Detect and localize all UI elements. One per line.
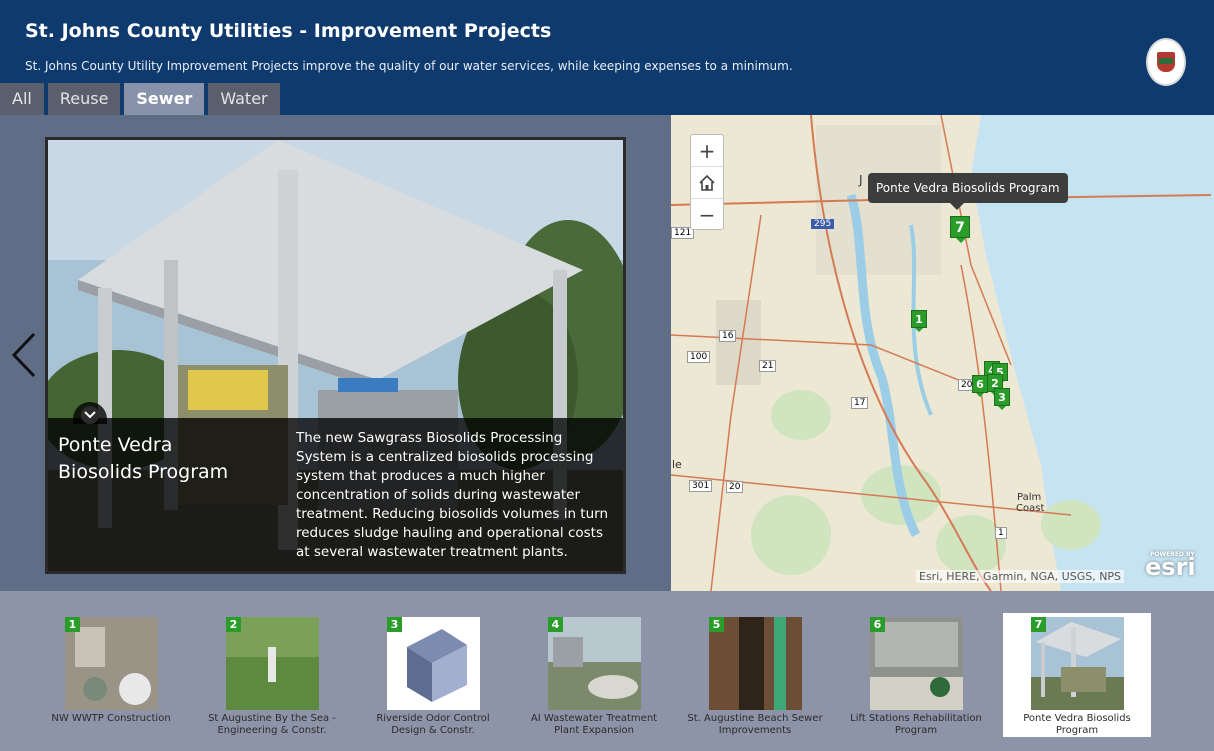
place-label-partial: le (672, 458, 682, 471)
feature-description: The new Sawgrass Biosolids Processing Sy… (296, 430, 609, 560)
thumbnail-label: Riverside Odor Control Design & Constr. (376, 713, 490, 736)
tab-reuse[interactable]: Reuse (47, 83, 121, 115)
thumbnail-label: St. Augustine Beach Sewer Improvements (687, 713, 823, 736)
zoom-out-button[interactable]: − (691, 199, 723, 230)
map-marker-7[interactable]: 7 (950, 216, 970, 243)
thumbnail-number: 6 (870, 617, 885, 632)
previous-arrow-icon[interactable] (8, 330, 42, 380)
map-tooltip: Ponte Vedra Biosolids Program (868, 173, 1068, 210)
place-label-coast: Coast (1016, 503, 1045, 514)
place-label-jacksonville: J (859, 173, 863, 187)
thumbnail-item[interactable]: 1 NW WWTP Construction (37, 613, 185, 737)
map-marker-1[interactable]: 1 (911, 310, 927, 332)
map-marker-6[interactable]: 6 (972, 375, 988, 397)
thumbnail-item[interactable]: 4 AI Wastewater Treatment Plant Expansio… (520, 613, 668, 737)
home-icon (699, 174, 715, 191)
thumbnail-number: 1 (65, 617, 80, 632)
app-subtitle: St. Johns County Utility Improvement Pro… (25, 59, 793, 73)
map-marker-3[interactable]: 3 (994, 388, 1010, 410)
road-shield: 20 (726, 481, 744, 493)
category-tabs: All Reuse Sewer Water (0, 83, 284, 115)
thumbnail-item[interactable]: 6 Lift Stations Rehabilitation Program (842, 613, 990, 737)
map-zoom-controls: + − (690, 134, 724, 230)
thumbnail-number: 7 (1031, 617, 1046, 632)
road-shield: 17 (851, 397, 869, 409)
tab-all[interactable]: All (0, 83, 44, 115)
thumbnail-item[interactable]: 2 St Augustine By the Sea - Engineering … (198, 613, 346, 737)
road-shield: 100 (687, 351, 711, 363)
thumbnail-label: Lift Stations Rehabilitation Program (850, 713, 982, 736)
zoom-in-button[interactable]: + (691, 135, 723, 167)
place-label-palm: Palm (1017, 492, 1042, 503)
thumbnail-strip: 1 NW WWTP Construction 2 St Augustine By… (0, 591, 1214, 751)
collapse-caption-button[interactable] (73, 402, 107, 424)
map-attribution: Esri, HERE, Garmin, NGA, USGS, NPS (916, 570, 1125, 583)
interstate-shield: 295 (811, 219, 835, 229)
thumbnail-label: NW WWTP Construction (51, 713, 171, 724)
home-button[interactable] (691, 167, 723, 199)
road-shield: 301 (689, 480, 713, 492)
tab-sewer[interactable]: Sewer (124, 83, 205, 115)
thumbnail-number: 2 (226, 617, 241, 632)
feature-photo: Ponte Vedra Biosolids Program The new Sa… (45, 137, 626, 574)
thumbnail-item[interactable]: 3 Riverside Odor Control Design & Constr… (359, 613, 507, 737)
thumbnail-number: 5 (709, 617, 724, 632)
road-shield: 21 (759, 360, 777, 372)
tab-water[interactable]: Water (208, 83, 280, 115)
thumbnail-label: AI Wastewater Treatment Plant Expansion (530, 713, 658, 736)
thumbnail-number: 3 (387, 617, 402, 632)
app-title: St. Johns County Utilities - Improvement… (25, 20, 552, 42)
thumbnail-number: 4 (548, 617, 563, 632)
esri-logo: POWERED BY esri (1145, 551, 1196, 581)
feature-title: Ponte Vedra Biosolids Program (58, 434, 229, 483)
app-header: St. Johns County Utilities - Improvement… (0, 0, 1214, 115)
powered-by-label: POWERED BY (1150, 551, 1195, 558)
road-shield: 1 (995, 527, 1007, 539)
chevron-down-icon (81, 406, 99, 424)
road-shield: 16 (719, 330, 737, 342)
county-seal-icon (1146, 38, 1186, 86)
project-map[interactable]: J Palm Coast le 121 295 16 100 21 17 20 … (671, 115, 1214, 591)
thumbnail-item[interactable]: 5 St. Augustine Beach Sewer Improvements (681, 613, 829, 737)
thumbnail-label: Ponte Vedra Biosolids Program (1023, 713, 1131, 736)
thumbnail-item-selected[interactable]: 7 Ponte Vedra Biosolids Program (1003, 613, 1151, 737)
thumbnail-label: St Augustine By the Sea - Engineering & … (208, 713, 336, 736)
feature-caption: Ponte Vedra Biosolids Program The new Sa… (48, 418, 623, 571)
